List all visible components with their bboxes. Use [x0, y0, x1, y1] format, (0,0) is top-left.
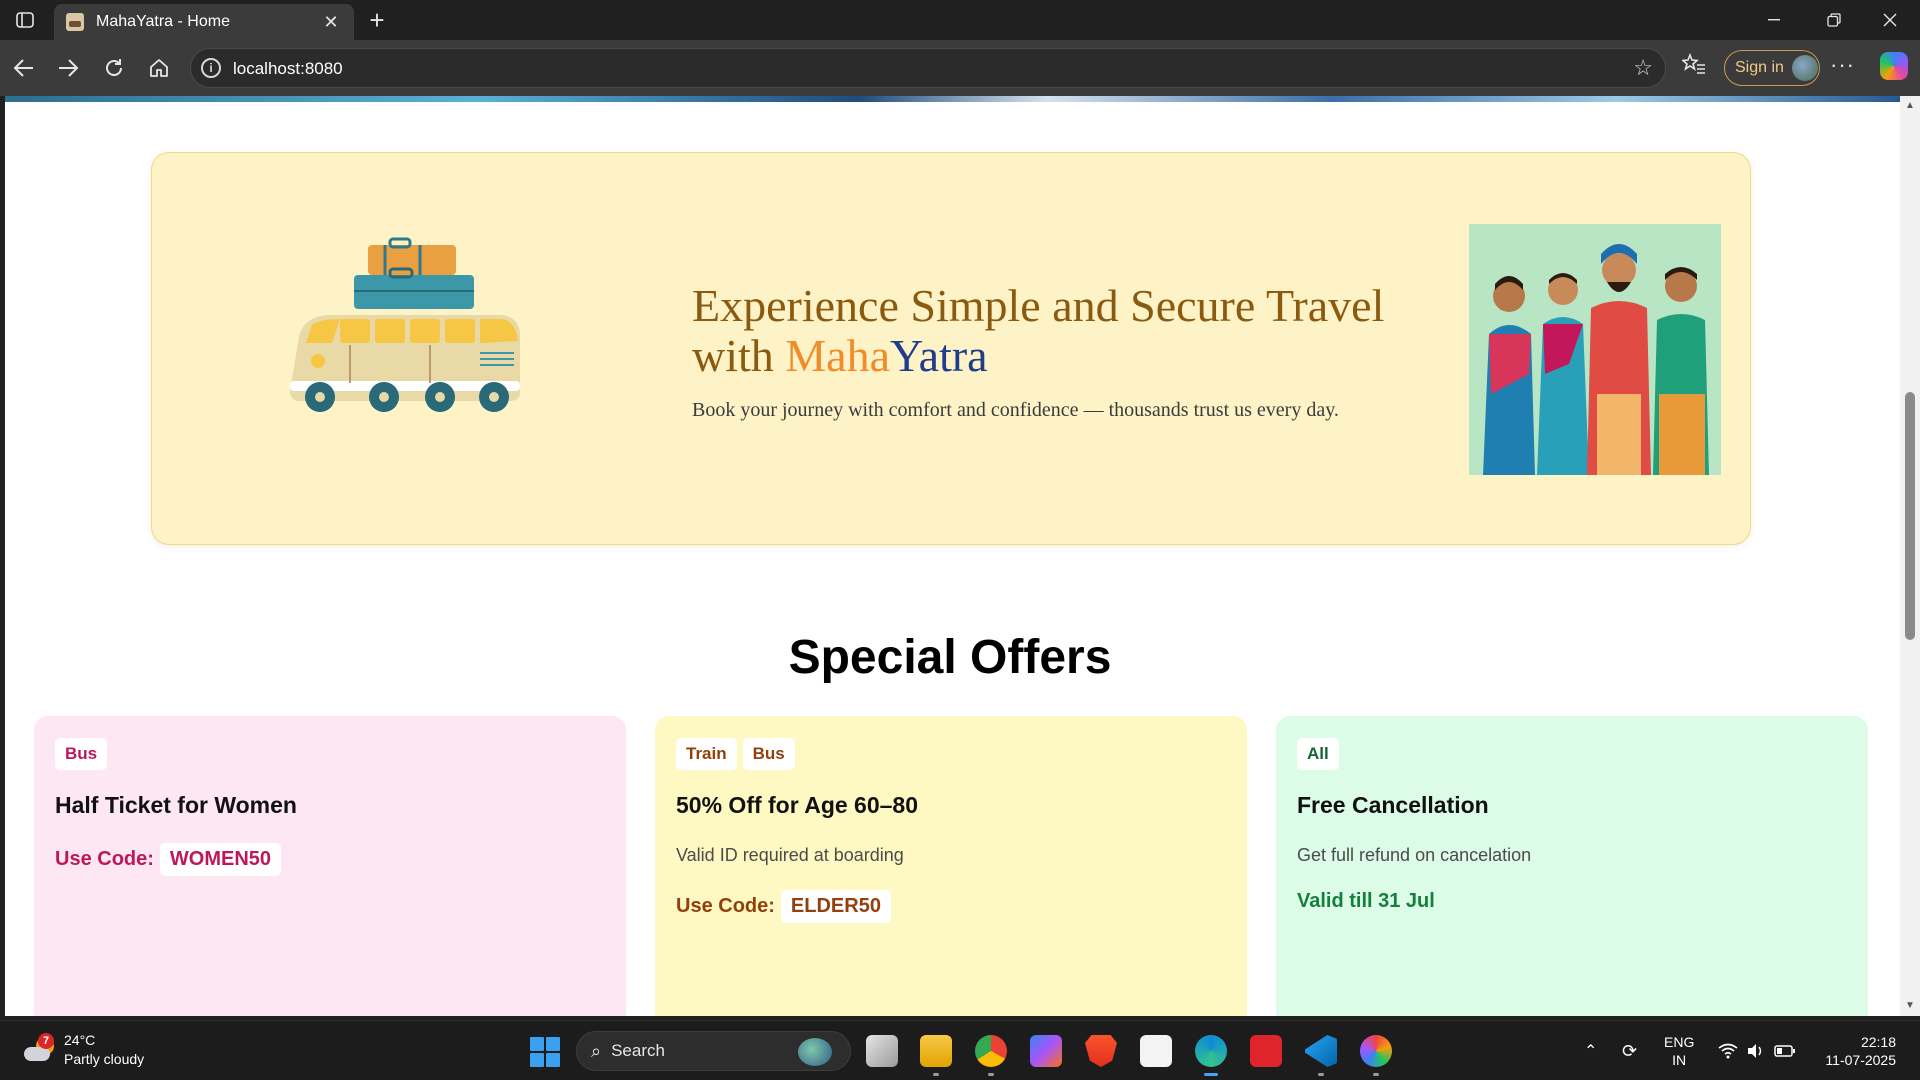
copilot-icon[interactable] — [1880, 52, 1908, 80]
windows-start-icon[interactable] — [530, 1037, 560, 1067]
vscode-icon[interactable] — [1305, 1035, 1337, 1067]
show-hidden-icons-chevron-icon[interactable]: ⌃ — [1584, 1021, 1597, 1080]
wifi-icon[interactable] — [1718, 1021, 1738, 1080]
hero-title-prefix: with — [692, 330, 786, 381]
volume-icon[interactable] — [1746, 1021, 1764, 1080]
scroll-down-arrow-icon[interactable]: ▼ — [1904, 1000, 1916, 1012]
hero-banner: Experience Simple and Secure Travel with… — [151, 152, 1751, 545]
offer-title: Free Cancellation — [1297, 792, 1489, 818]
offer-tags: Bus — [55, 738, 605, 770]
offer-tag-bus: Bus — [55, 738, 108, 770]
battery-icon[interactable] — [1774, 1021, 1796, 1080]
windows-taskbar: 7 24°C Partly cloudy ⌕ Search ⌃ ⟳ ENG IN — [0, 1020, 1920, 1080]
browser-tab-active[interactable]: MahaYatra - Home ✕ — [54, 4, 354, 40]
url-text[interactable]: localhost:8080 — [233, 59, 343, 79]
offer-tag-bus: Bus — [742, 738, 795, 770]
scroll-up-arrow-icon[interactable]: ▲ — [1904, 100, 1916, 112]
wps-office-icon[interactable] — [1250, 1035, 1282, 1067]
offer-tags: Train Bus — [676, 738, 1226, 770]
hero-text-block: Experience Simple and Secure Travel with… — [692, 281, 1452, 422]
language-code: ENG — [1664, 1034, 1695, 1050]
promo-code[interactable]: ELDER50 — [780, 890, 891, 923]
promo-code-row: Use Code: WOMEN50 — [55, 843, 605, 876]
partly-cloudy-icon: 7 — [22, 1033, 56, 1065]
region-code: IN — [1672, 1052, 1687, 1068]
offer-card-cancellation[interactable]: All Free Cancellation Get full refund on… — [1276, 716, 1868, 1016]
copilot-app-icon[interactable] — [1030, 1035, 1062, 1067]
weather-temperature: 24°C — [64, 1032, 96, 1048]
travelers-group-illustration — [1469, 224, 1721, 475]
promo-code[interactable]: WOMEN50 — [159, 843, 282, 876]
brand-name-maha: Maha — [785, 330, 891, 381]
forward-arrow-icon[interactable] — [52, 52, 84, 84]
promo-code-label: Use Code: — [55, 848, 154, 870]
language-indicator[interactable]: ENG IN — [1664, 1033, 1694, 1069]
site-favicon-icon — [66, 13, 84, 31]
page-scrollbar[interactable]: ▲ ▼ — [1900, 96, 1920, 1016]
home-icon[interactable] — [143, 52, 175, 84]
microsoft-store-icon[interactable] — [1140, 1035, 1172, 1067]
offer-card-women[interactable]: Bus Half Ticket for Women Use Code: WOME… — [34, 716, 626, 1016]
edge-browser-icon[interactable] — [1195, 1035, 1227, 1067]
browser-toolbar: i localhost:8080 ☆ Sign in ··· — [0, 40, 1920, 96]
offer-description: Get full refund on cancelation — [1297, 845, 1532, 865]
taskbar-search-label: Search — [611, 1041, 665, 1060]
close-window-button[interactable] — [1860, 0, 1920, 40]
taskbar-search-box[interactable]: ⌕ Search — [576, 1031, 851, 1071]
profile-avatar — [1791, 55, 1818, 81]
promo-code-label: Use Code: — [676, 895, 775, 917]
color-app-icon[interactable] — [1360, 1035, 1392, 1067]
offer-card-senior[interactable]: Train Bus 50% Off for Age 60–80 Valid ID… — [655, 716, 1247, 1016]
chrome-icon[interactable] — [975, 1035, 1007, 1067]
restore-window-button[interactable] — [1804, 0, 1864, 40]
minimize-window-button[interactable] — [1744, 0, 1804, 40]
refresh-icon[interactable] — [98, 52, 130, 84]
search-highlight-icon — [798, 1038, 832, 1066]
weather-widget[interactable]: 7 24°C Partly cloudy — [22, 1031, 144, 1069]
weather-description: Partly cloudy — [64, 1051, 145, 1067]
special-offers-heading: Special Offers — [788, 631, 1112, 684]
offer-description: Valid ID required at boarding — [676, 845, 904, 865]
search-icon: ⌕ — [591, 1040, 602, 1061]
weather-badge: 7 — [38, 1033, 54, 1049]
browser-title-bar: MahaYatra - Home ✕ + — [0, 0, 1920, 40]
favorites-icon[interactable] — [1681, 52, 1706, 81]
hero-title: Experience Simple and Secure Travel with… — [692, 281, 1452, 381]
brave-browser-icon[interactable] — [1085, 1035, 1117, 1067]
offer-title: 50% Off for Age 60–80 — [676, 792, 919, 818]
travel-van-illustration — [290, 237, 520, 412]
sign-in-button[interactable]: Sign in — [1724, 50, 1820, 86]
more-options-icon[interactable]: ··· — [1830, 52, 1855, 78]
close-tab-icon[interactable]: ✕ — [320, 12, 342, 33]
site-info-icon[interactable]: i — [201, 58, 221, 78]
offer-tag-train: Train — [676, 738, 737, 770]
hero-subtitle: Book your journey with comfort and confi… — [692, 399, 1339, 421]
address-bar[interactable]: i localhost:8080 ☆ — [190, 48, 1666, 88]
back-arrow-icon[interactable] — [8, 52, 40, 84]
favorite-star-icon[interactable]: ☆ — [1633, 55, 1653, 81]
offer-validity: Valid till 31 Jul — [1297, 890, 1435, 912]
header-banner-strip — [5, 96, 1900, 102]
sign-in-label: Sign in — [1735, 59, 1784, 76]
offer-title: Half Ticket for Women — [55, 792, 297, 818]
tab-actions-icon[interactable] — [10, 8, 40, 32]
brand-name-yatra: Yatra — [890, 330, 988, 381]
hero-title-line1: Experience Simple and Secure Travel — [692, 280, 1385, 331]
promo-code-row: Use Code: ELDER50 — [676, 890, 1226, 923]
file-explorer-icon[interactable] — [920, 1035, 952, 1067]
sync-icon[interactable]: ⟳ — [1622, 1021, 1637, 1080]
offer-tag-all: All — [1297, 738, 1339, 770]
task-view-icon[interactable] — [866, 1035, 898, 1067]
tab-title: MahaYatra - Home — [96, 13, 230, 30]
page-viewport: Experience Simple and Secure Travel with… — [5, 96, 1900, 1016]
clock-time: 22:18 — [1860, 1034, 1896, 1050]
clock-date: 11-07-2025 — [1825, 1052, 1896, 1068]
offer-tags: All — [1297, 738, 1847, 770]
new-tab-button[interactable]: + — [362, 6, 392, 36]
system-clock[interactable]: 22:18 11-07-2025 — [1816, 1033, 1896, 1069]
scrollbar-thumb[interactable] — [1905, 392, 1915, 640]
